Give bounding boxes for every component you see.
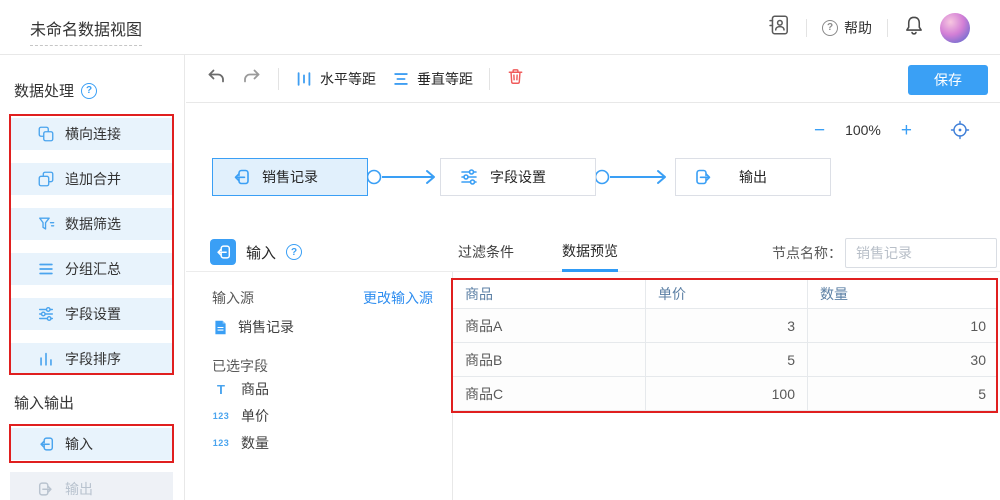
change-source-link[interactable]: 更改输入源: [363, 288, 433, 308]
topbar-actions: ? 帮助: [767, 0, 970, 55]
sidebar-item-input[interactable]: 输入: [10, 428, 173, 460]
divider: [278, 67, 279, 90]
sidebar-item-group-summary[interactable]: 分组汇总: [10, 253, 173, 285]
undo-button[interactable]: [206, 66, 226, 91]
sliders-icon: [461, 169, 477, 185]
column-header[interactable]: 数量: [808, 280, 998, 308]
sidebar: 数据处理 ? 横向连接 追加合并 数据筛选 分组汇总 字段设置 字段排序 输入输…: [0, 55, 185, 500]
user-avatar[interactable]: [940, 12, 970, 43]
notification-bell-icon[interactable]: [903, 14, 925, 41]
redo-button[interactable]: [242, 66, 262, 91]
table-header-row: 商品 单价 数量: [453, 280, 998, 309]
topbar: 未命名数据视图 ? 帮助: [0, 0, 1000, 55]
save-button[interactable]: 保存: [908, 65, 988, 95]
section-input-output: 输入输出: [14, 395, 75, 412]
redo-icon: [244, 69, 260, 83]
column-header[interactable]: 商品: [453, 280, 646, 308]
tab-filter-conditions[interactable]: 过滤条件: [458, 232, 514, 272]
data-preview-table: 商品 单价 数量 商品A 3 10 商品B 5 30 商品C 100 5: [453, 280, 998, 411]
number-type-icon: 123: [212, 438, 230, 448]
flow-node-field-settings[interactable]: 字段设置: [440, 158, 596, 196]
vertical-spacing-button[interactable]: 垂直等距: [392, 69, 473, 89]
node-panel-body: 输入源 更改输入源 销售记录 已选字段 T 商品 123 单价 123 数量 商: [186, 272, 1000, 500]
divider: [887, 18, 888, 37]
vertical-spacing-icon: [394, 72, 408, 85]
node-label: 输出: [739, 169, 767, 185]
locate-icon: [950, 120, 970, 140]
field-row-unit-price[interactable]: 123 单价: [210, 406, 269, 426]
delete-node-button[interactable]: [506, 67, 525, 91]
sidebar-item-field-sort[interactable]: 字段排序: [10, 343, 173, 375]
number-type-icon: 123: [212, 411, 230, 421]
zoom-in-button[interactable]: +: [901, 121, 912, 140]
sidebar-item-data-filter[interactable]: 数据筛选: [10, 208, 173, 240]
output-icon: [696, 169, 711, 185]
text-type-icon: T: [217, 381, 225, 397]
filter-icon: [39, 217, 55, 230]
data-view-editor: 未命名数据视图 ? 帮助 数据处理 ? 横向连接 追加合并 数据筛选 分组汇总 …: [0, 0, 1000, 500]
tab-data-preview[interactable]: 数据预览: [562, 232, 618, 272]
input-icon: [217, 245, 231, 259]
zoom-out-button[interactable]: −: [814, 121, 825, 140]
node-name-input[interactable]: [845, 238, 997, 268]
sidebar-item-field-settings[interactable]: 字段设置: [10, 298, 173, 330]
sliders-icon: [38, 306, 54, 322]
table-row: 商品B 5 30: [453, 343, 998, 377]
help-label: 帮助: [844, 19, 872, 36]
node-label: 销售记录: [262, 169, 318, 185]
horizontal-spacing-button[interactable]: 水平等距: [295, 69, 376, 89]
node-panel-header: 输入 ? 过滤条件 数据预览 节点名称：: [186, 232, 1000, 272]
column-header[interactable]: 单价: [646, 280, 808, 308]
section-help-icon[interactable]: ?: [81, 82, 98, 99]
sidebar-item-append-merge[interactable]: 追加合并: [10, 163, 173, 195]
table-row: 商品A 3 10: [453, 309, 998, 343]
canvas-toolbar: 水平等距 垂直等距 保存: [186, 55, 1000, 103]
trash-icon: [508, 68, 523, 84]
section-data-processing: 数据处理 ?: [14, 80, 98, 101]
node-name-label: 节点名称：: [772, 245, 842, 261]
source-file-name: 销售记录: [238, 319, 294, 335]
file-icon: [215, 320, 226, 334]
sidebar-item-horizontal-join[interactable]: 横向连接: [10, 118, 173, 150]
sidebar-item-output: 输出: [10, 472, 173, 500]
group-summary-icon: [39, 263, 53, 275]
input-icon: [234, 169, 249, 185]
panel-help-icon[interactable]: ?: [286, 244, 302, 260]
divider: [806, 18, 807, 37]
contacts-icon[interactable]: [767, 13, 791, 42]
table-row: 商品C 100 5: [453, 377, 998, 411]
input-node-badge: [210, 239, 236, 265]
field-row-product[interactable]: T 商品: [210, 379, 269, 399]
undo-icon: [208, 69, 224, 83]
input-icon: [40, 437, 54, 451]
fit-view-button[interactable]: [950, 120, 970, 140]
horizontal-spacing-icon: [297, 71, 311, 86]
help-icon: ?: [822, 19, 838, 36]
page-title[interactable]: 未命名数据视图: [30, 16, 143, 46]
append-icon: [38, 171, 54, 187]
flow-node-output[interactable]: 输出: [675, 158, 831, 196]
input-source-label: 输入源: [212, 290, 254, 306]
divider: [489, 67, 490, 90]
zoom-controls: − 100% +: [814, 120, 970, 140]
output-icon: [38, 481, 52, 496]
help-button[interactable]: ? 帮助: [822, 18, 872, 38]
panel-title: 输入: [246, 245, 277, 262]
join-icon: [38, 126, 54, 142]
selected-fields-label: 已选字段: [212, 358, 268, 374]
field-row-quantity[interactable]: 123 数量: [210, 433, 269, 453]
flow-canvas[interactable]: − 100% + 销售记录 字段设置 输出: [186, 104, 1000, 232]
node-label: 字段设置: [490, 169, 546, 185]
zoom-level: 100%: [845, 122, 881, 138]
source-file-row[interactable]: 销售记录: [212, 317, 294, 337]
field-sort-icon: [40, 352, 52, 366]
flow-node-sales-records[interactable]: 销售记录: [212, 158, 368, 196]
